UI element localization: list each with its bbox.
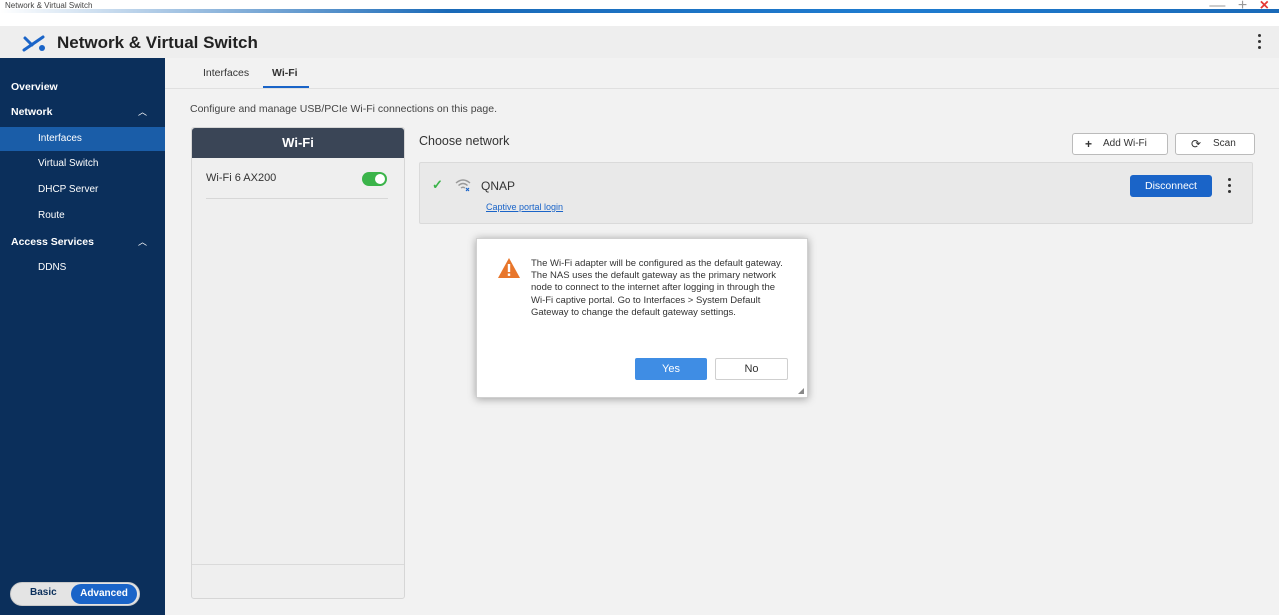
divider [192, 564, 404, 565]
os-title-bar: Network & Virtual Switch — + × [0, 0, 1279, 26]
tab-bar: Interfaces Wi-Fi [165, 58, 1279, 89]
wifi-secured-icon [455, 179, 471, 192]
mode-basic-option[interactable]: Basic [30, 587, 57, 598]
sidebar: Overview Network ︿ Interfaces Virtual Sw… [0, 58, 165, 615]
mode-toggle[interactable]: Basic Advanced [10, 582, 140, 606]
wifi-adapter-panel: Wi-Fi Wi-Fi 6 AX200 [191, 127, 405, 599]
divider [206, 198, 388, 199]
resize-grip-icon[interactable] [798, 388, 804, 394]
sidebar-item-overview[interactable]: Overview [0, 75, 165, 99]
sidebar-item-label: DHCP Server [38, 184, 99, 195]
minimize-button[interactable]: — [1209, 0, 1229, 14]
sidebar-item-label: Virtual Switch [38, 158, 99, 169]
app-title: Network & Virtual Switch [57, 33, 258, 52]
close-button[interactable]: × [1260, 0, 1273, 14]
confirm-dialog: The Wi-Fi adapter will be configured as … [476, 238, 808, 398]
network-list-item[interactable]: ✓ QNAP Captive portal login Disconnect [419, 162, 1253, 224]
mode-advanced-option[interactable]: Advanced [71, 584, 137, 604]
sidebar-item-virtual-switch[interactable]: Virtual Switch [0, 152, 165, 176]
sidebar-item-interfaces[interactable]: Interfaces [0, 127, 165, 151]
network-switch-icon [22, 35, 45, 52]
wifi-adapter-toggle[interactable] [362, 172, 387, 186]
add-wifi-button[interactable]: + Add Wi-Fi [1072, 133, 1168, 155]
dialog-message: The Wi-Fi adapter will be configured as … [531, 258, 783, 318]
wifi-adapter-name[interactable]: Wi-Fi 6 AX200 [206, 172, 276, 184]
check-icon: ✓ [432, 177, 443, 192]
disconnect-button[interactable]: Disconnect [1130, 175, 1212, 197]
app-header: Network & Virtual Switch [0, 26, 1279, 59]
tab-interfaces[interactable]: Interfaces [203, 67, 249, 79]
sidebar-item-dhcp-server[interactable]: DHCP Server [0, 178, 165, 202]
network-ssid: QNAP [481, 179, 516, 193]
window-controls: — + × [1209, 0, 1273, 15]
chevron-up-icon: ︿ [138, 107, 148, 117]
warning-icon [498, 258, 520, 278]
page-description: Configure and manage USB/PCIe Wi-Fi conn… [190, 103, 497, 115]
no-button[interactable]: No [715, 358, 788, 380]
scan-button[interactable]: ⟳ Scan [1175, 133, 1255, 155]
add-wifi-label: Add Wi-Fi [1103, 138, 1147, 149]
wifi-panel-header: Wi-Fi [192, 128, 404, 158]
sidebar-item-label: DDNS [38, 262, 67, 273]
tab-wifi[interactable]: Wi-Fi [272, 67, 298, 79]
more-options-icon[interactable] [1228, 178, 1232, 196]
sidebar-item-label: Interfaces [38, 133, 82, 144]
choose-network-title: Choose network [419, 134, 510, 148]
captive-portal-link[interactable]: Captive portal login [486, 202, 563, 212]
sidebar-item-label: Route [38, 210, 65, 221]
sidebar-item-label: Network [11, 106, 53, 118]
more-options-icon[interactable] [1258, 34, 1262, 52]
chevron-up-icon: ︿ [138, 237, 148, 247]
os-title-gradient [0, 9, 1279, 13]
plus-icon: + [1085, 137, 1093, 151]
sidebar-item-ddns[interactable]: DDNS [0, 256, 165, 280]
refresh-icon: ⟳ [1191, 137, 1202, 151]
yes-button[interactable]: Yes [635, 358, 707, 380]
sidebar-item-access-services[interactable]: Access Services ︿ [0, 230, 165, 254]
active-tab-indicator [263, 86, 309, 88]
sidebar-item-route[interactable]: Route [0, 204, 165, 228]
sidebar-item-network[interactable]: Network ︿ [0, 100, 165, 124]
sidebar-item-label: Access Services [11, 236, 94, 248]
maximize-button[interactable]: + [1238, 0, 1251, 14]
toggle-knob [375, 174, 385, 184]
sidebar-item-label: Overview [11, 81, 58, 93]
scan-label: Scan [1213, 138, 1236, 149]
